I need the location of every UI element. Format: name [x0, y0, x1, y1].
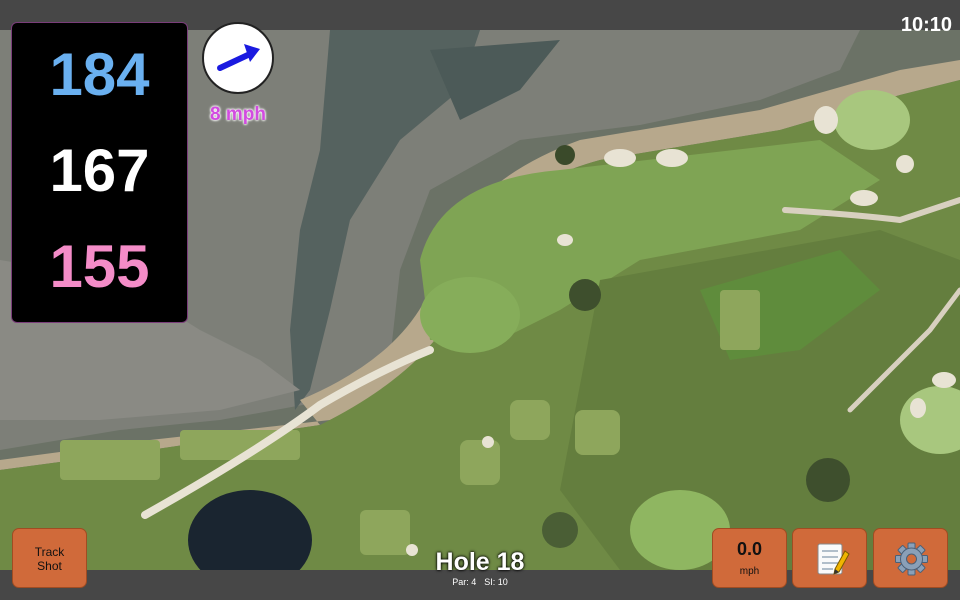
- notepad-icon: [817, 543, 850, 575]
- settings-button[interactable]: [873, 528, 948, 588]
- arrow-icon: [217, 44, 260, 71]
- speed-value: 0.0: [736, 539, 763, 559]
- front-distance: 155: [49, 233, 150, 300]
- hole-title: Hole 18: [435, 548, 525, 576]
- gear-icon: [895, 542, 928, 576]
- speed-unit: mph: [739, 566, 760, 577]
- wind-indicator: [202, 22, 274, 94]
- clock: 10:10: [900, 14, 952, 36]
- notes-button[interactable]: [792, 528, 867, 588]
- wind-speed: 8 mph: [210, 104, 266, 125]
- track-shot-button[interactable]: Track Shot: [12, 528, 87, 588]
- middle-distance: 167: [49, 137, 150, 204]
- distance-panel: 184 167 155: [11, 22, 188, 323]
- hole-info: Par: 4 SI: 10: [380, 577, 580, 587]
- hole-par: Par: 4: [452, 577, 477, 587]
- hole-si: SI: 10: [484, 577, 508, 587]
- track-shot-label: Track Shot: [34, 545, 65, 573]
- back-distance: 184: [49, 41, 150, 108]
- speed-button[interactable]: 0.0 mph: [712, 528, 787, 588]
